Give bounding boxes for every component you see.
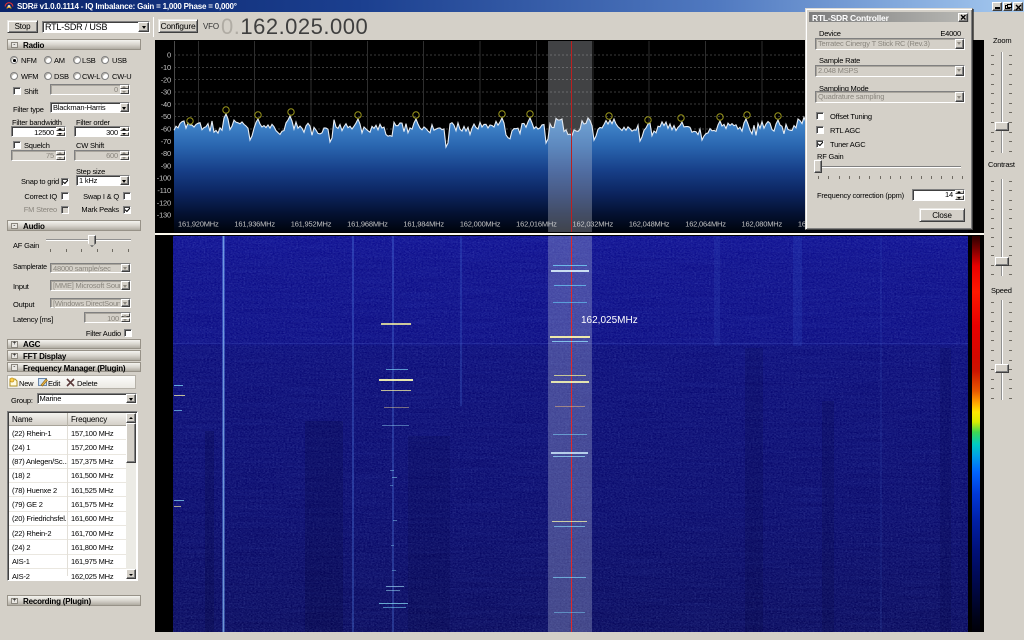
- svg-text:162,000MHz: 162,000MHz: [460, 220, 501, 229]
- svg-text:-120: -120: [157, 198, 171, 207]
- svg-text:-30: -30: [161, 88, 171, 97]
- svg-text:-90: -90: [161, 161, 171, 170]
- svg-text:161,920MHz: 161,920MHz: [178, 220, 219, 229]
- svg-text:162,080MHz: 162,080MHz: [742, 220, 783, 229]
- svg-text:-100: -100: [157, 174, 171, 183]
- svg-text:-80: -80: [161, 149, 171, 158]
- svg-text:0: 0: [167, 51, 171, 60]
- svg-text:-50: -50: [161, 112, 171, 121]
- svg-text:161,952MHz: 161,952MHz: [291, 220, 332, 229]
- svg-text:-60: -60: [161, 125, 171, 134]
- svg-text:-130: -130: [157, 211, 171, 220]
- svg-text:161,968MHz: 161,968MHz: [347, 220, 388, 229]
- svg-text:162,064MHz: 162,064MHz: [685, 220, 726, 229]
- svg-text:-70: -70: [161, 137, 171, 146]
- svg-text:-10: -10: [161, 63, 171, 72]
- svg-text:161,936MHz: 161,936MHz: [234, 220, 275, 229]
- svg-text:-110: -110: [157, 186, 171, 195]
- svg-text:-20: -20: [161, 75, 171, 84]
- svg-text:162,048MHz: 162,048MHz: [629, 220, 670, 229]
- svg-text:-40: -40: [161, 100, 171, 109]
- svg-text:161,984MHz: 161,984MHz: [403, 220, 444, 229]
